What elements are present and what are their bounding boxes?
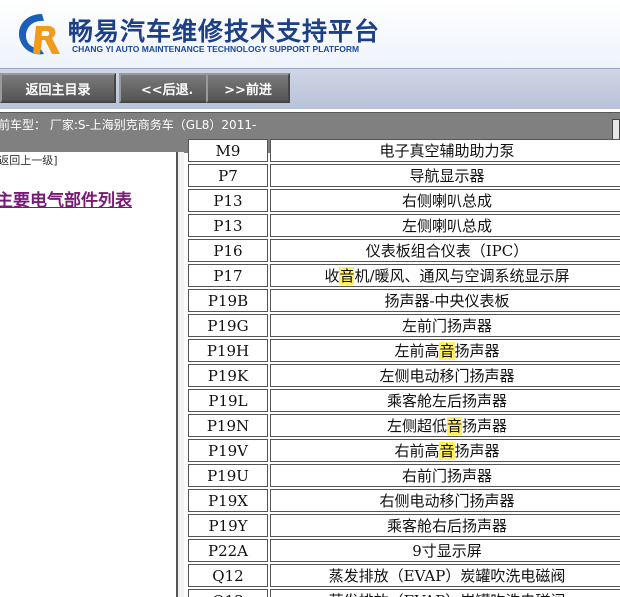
component-name: 乘客舱右后扬声器	[270, 514, 620, 537]
back-button[interactable]: <<后退.	[119, 73, 215, 103]
component-name: 扬声器-中央仪表板	[270, 289, 620, 312]
component-name: 左侧喇叭总成	[270, 214, 620, 237]
table-row: P22A 9寸显示屏	[188, 539, 620, 562]
nav-bar: 返回主目录 <<后退. >>前进	[0, 68, 620, 109]
component-code: P22A	[188, 539, 268, 562]
component-name: 左前高音扬声器	[270, 339, 620, 362]
component-name: 右侧喇叭总成	[270, 189, 620, 212]
table-row: P19N 左侧超低音扬声器	[188, 414, 620, 437]
table-row: P13 右侧喇叭总成	[188, 189, 620, 212]
component-code: P13	[188, 189, 268, 212]
search-highlight: 音	[339, 267, 355, 285]
table-row: M9 电子真空辅助助力泵	[188, 139, 620, 162]
table-row: P17 收音机/暖风、通风与空调系统显示屏	[188, 264, 620, 287]
component-code: P19X	[188, 489, 268, 512]
component-code: P19G	[188, 314, 268, 337]
component-code: Q13	[188, 589, 268, 597]
component-code: P7	[188, 164, 268, 187]
component-code: P17	[188, 264, 268, 287]
site-title: 畅易汽车维修技术支持平台	[68, 17, 381, 46]
component-name: 蒸发排放（EVAP）炭罐吹洗电磁阀	[270, 564, 620, 587]
cr-logo-icon	[18, 14, 60, 55]
component-name: 9寸显示屏	[270, 539, 620, 562]
table-row: P16 仪表板组合仪表（IPC）	[188, 239, 620, 262]
component-name: 仪表板组合仪表（IPC）	[270, 239, 620, 262]
component-code: M9	[188, 139, 268, 162]
component-code: P16	[188, 239, 268, 262]
table-row: P19B 扬声器-中央仪表板	[188, 289, 620, 312]
forward-button[interactable]: >>前进	[206, 73, 290, 103]
component-code: Q12	[188, 564, 268, 587]
table-row: P7 导航显示器	[188, 164, 620, 187]
component-code: P19N	[188, 414, 268, 437]
component-code: P19L	[188, 389, 268, 412]
back-up-level-link[interactable]: [返回上一级]	[0, 152, 58, 168]
component-name: 蒸发排放（EVAP）炭罐吹洗电磁阀	[270, 589, 620, 597]
component-name: 右侧电动移门扬声器	[270, 489, 620, 512]
component-table-wrapper: M9 电子真空辅助助力泵 P7 导航显示器 P13 右侧喇叭总成 P13 左侧喇叭总成 P16 仪…	[186, 137, 620, 597]
site-subtitle: CHANG YI AUTO MAINTENANCE TECHNOLOGY SUP…	[72, 44, 360, 54]
table-row: P13 左侧喇叭总成	[188, 214, 620, 237]
vehicle-info-text: 当前车型： 厂家:S-上海别克商务车（GL8）2011-	[0, 118, 257, 132]
site-header: 畅易汽车维修技术支持平台 CHANG YI AUTO MAINTENANCE T…	[0, 0, 620, 68]
table-row: P19H 左前高音扬声器	[188, 339, 620, 362]
component-code: P19U	[188, 464, 268, 487]
component-name: 右前高音扬声器	[270, 439, 620, 462]
component-name: 左侧电动移门扬声器	[270, 364, 620, 387]
component-code: P19B	[188, 289, 268, 312]
left-panel: [返回上一级] 主要电气部件列表	[0, 152, 178, 597]
table-row: Q13蒸发排放（EVAP）炭罐吹洗电磁阀	[188, 589, 620, 597]
component-code: P19K	[188, 364, 268, 387]
table-row: P19G 左前门扬声器	[188, 314, 620, 337]
table-row: P19X 右侧电动移门扬声器	[188, 489, 620, 512]
table-row: P19K 左侧电动移门扬声器	[188, 364, 620, 387]
component-name: 电子真空辅助助力泵	[270, 139, 620, 162]
component-name: 乘客舱左后扬声器	[270, 389, 620, 412]
component-list-heading[interactable]: 主要电气部件列表	[0, 186, 132, 211]
component-name: 左前门扬声器	[270, 314, 620, 337]
table-row: P19V 右前高音扬声器	[188, 439, 620, 462]
home-button[interactable]: 返回主目录	[0, 73, 116, 103]
component-name: 左侧超低音扬声器	[270, 414, 620, 437]
panel-divider	[178, 152, 184, 597]
table-row: P19Y 乘客舱右后扬声器	[188, 514, 620, 537]
table-row: Q12 蒸发排放（EVAP）炭罐吹洗电磁阀	[188, 564, 620, 587]
component-code: P19V	[188, 439, 268, 462]
component-name: 导航显示器	[270, 164, 620, 187]
component-code: P13	[188, 214, 268, 237]
search-highlight: 音	[439, 442, 455, 460]
component-code: P19Y	[188, 514, 268, 537]
table-row: P19U 右前门扬声器	[188, 464, 620, 487]
search-highlight: 音	[446, 417, 462, 435]
component-name: 收音机/暖风、通风与空调系统显示屏	[270, 264, 620, 287]
component-name: 右前门扬声器	[270, 464, 620, 487]
table-row: P19L 乘客舱左后扬声器	[188, 389, 620, 412]
component-table: M9 电子真空辅助助力泵 P7 导航显示器 P13 右侧喇叭总成 P13 左侧喇叭总成 P16 仪…	[186, 137, 620, 597]
search-highlight: 音	[439, 342, 455, 360]
component-code: P19H	[188, 339, 268, 362]
